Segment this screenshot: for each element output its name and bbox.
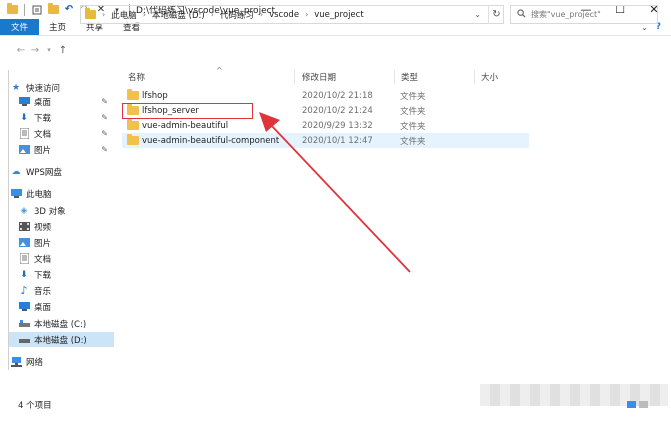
cloud-icon: ☁ [11,166,21,177]
network-icon [10,356,22,368]
cube-icon: ◈ [20,205,28,216]
video-icon [18,221,30,233]
sidebar-item-downloads[interactable]: ⬇ 下载 [18,267,114,282]
sidebar-item-pictures-pinned[interactable]: 图片 ✎ [18,142,114,157]
sidebar-item-quick-access[interactable]: ★ 快速访问 [10,80,124,95]
folder-icon [85,8,96,19]
file-type: 文件夹 [400,121,426,132]
pin-icon[interactable]: ✎ [101,113,108,122]
divider [24,3,25,16]
pin-icon[interactable]: ✎ [101,145,108,154]
column-divider[interactable] [474,70,475,84]
sidebar-item-downloads-pinned[interactable]: ⬇ 下载 ✎ [18,110,114,125]
pin-icon[interactable]: ✎ [101,129,108,138]
sidebar-item-videos[interactable]: 视频 [18,219,114,234]
file-name: lfshop [142,90,168,101]
star-icon: ★ [11,82,21,93]
table-row[interactable]: vue-admin-beautiful 2020/9/29 13:32 文件夹 [122,118,529,133]
address-bar[interactable]: › 此电脑 › 本地磁盘 (D:) › 代码练习 › vscode › vue_… [80,5,504,24]
file-date: 2020/10/2 21:24 [302,105,373,116]
file-date: 2020/9/29 13:32 [302,120,373,131]
chevron-right-icon[interactable]: › [102,10,105,19]
sidebar-item-documents[interactable]: 文档 [18,251,114,266]
folder-icon [127,89,139,100]
column-divider[interactable] [394,70,395,84]
navigation-pane: ★ 快速访问 桌面 ✎ ⬇ 下载 ✎ 文档 ✎ 图片 ✎ ☁ WPS网盘 此电脑… [0,70,118,380]
search-icon [517,8,526,21]
download-icon: ⬇ [20,269,28,280]
document-icon [18,253,30,265]
column-header-name[interactable]: ^ 名称 [128,66,288,84]
column-header-size[interactable]: 大小 [481,70,531,84]
address-dropdown-icon[interactable]: ⌄ [474,10,481,19]
music-icon: ♪ [20,284,28,297]
picture-icon [18,237,30,249]
breadcrumb-vscode[interactable]: vscode [269,10,299,20]
file-date: 2020/10/2 21:18 [302,90,373,101]
undo-icon[interactable]: ↶ [63,4,75,16]
table-row[interactable]: vue-admin-beautiful-component 2020/10/1 … [122,133,529,148]
sidebar-item-drive-d[interactable]: 本地磁盘 (D:) [8,332,114,347]
sidebar-item-this-pc[interactable]: 此电脑 [10,186,124,201]
file-name: vue-admin-beautiful [142,120,229,131]
file-name: vue-admin-beautiful-component [142,135,280,146]
document-icon [18,128,30,140]
recent-locations-icon[interactable]: ▾ [42,46,56,54]
file-type: 文件夹 [400,91,426,102]
picture-icon [18,144,30,156]
sidebar-item-3d-objects[interactable]: ◈ 3D 对象 [18,203,114,218]
sidebar-item-wps-cloud[interactable]: ☁ WPS网盘 [10,164,124,179]
properties-icon[interactable] [31,4,43,16]
large-icons-view-icon[interactable] [639,401,648,408]
drive-icon [18,318,30,330]
new-folder-icon[interactable] [47,3,59,16]
drive-icon [18,334,30,346]
up-arrow-icon[interactable]: ↑ [56,45,70,56]
download-icon: ⬇ [20,112,28,123]
desktop-icon [18,301,30,313]
breadcrumb-this-pc[interactable]: 此电脑 [111,9,137,21]
chevron-right-icon[interactable]: › [260,10,263,19]
sidebar-item-music[interactable]: ♪ 音乐 [18,283,114,298]
folder-icon [6,3,18,16]
sidebar-item-pictures[interactable]: 图片 [18,235,114,250]
view-toggle [627,401,648,408]
folder-icon [127,119,139,130]
forward-arrow-icon[interactable]: → [28,45,42,56]
desktop-icon [18,96,30,108]
breadcrumb-vue-project[interactable]: vue_project [314,10,363,20]
details-view-icon[interactable] [627,401,636,408]
navigation-bar: ← → ▾ ↑ [0,36,671,64]
column-divider[interactable] [294,70,295,84]
breadcrumb-drive-d[interactable]: 本地磁盘 (D:) [152,9,205,21]
sidebar-item-drive-c[interactable]: 本地磁盘 (C:) [18,316,114,331]
search-box[interactable] [510,5,658,24]
sidebar-item-desktop[interactable]: 桌面 [18,299,114,314]
chevron-right-icon[interactable]: › [305,10,308,19]
file-type: 文件夹 [400,136,426,147]
sidebar-item-desktop-pinned[interactable]: 桌面 ✎ [18,94,114,109]
computer-icon [10,188,22,200]
status-item-count: 4 个项目 [18,401,52,411]
file-type: 文件夹 [400,106,426,117]
table-row[interactable]: lfshop 2020/10/2 21:18 文件夹 [122,88,529,103]
search-input[interactable] [531,10,651,19]
breadcrumb-code-practice[interactable]: 代码练习 [220,9,254,21]
refresh-icon[interactable]: ↻ [488,5,504,24]
file-date: 2020/10/1 12:47 [302,135,373,146]
tab-file[interactable]: 文件 [0,19,40,35]
sort-ascending-icon: ^ [216,66,223,75]
pin-icon[interactable]: ✎ [101,97,108,106]
folder-icon [127,134,139,145]
sidebar-item-documents-pinned[interactable]: 文档 ✎ [18,126,114,141]
tab-home[interactable]: 主页 [39,19,76,35]
column-header-type[interactable]: 类型 [401,70,471,84]
chevron-right-icon[interactable]: › [211,10,214,19]
column-header-date[interactable]: 修改日期 [302,70,392,84]
annotation-highlight-box [122,103,253,119]
sidebar-item-network[interactable]: 网络 [10,354,124,369]
back-arrow-icon[interactable]: ← [14,45,28,56]
sidebar-scrollbar[interactable] [8,70,9,370]
chevron-right-icon[interactable]: › [143,10,146,19]
